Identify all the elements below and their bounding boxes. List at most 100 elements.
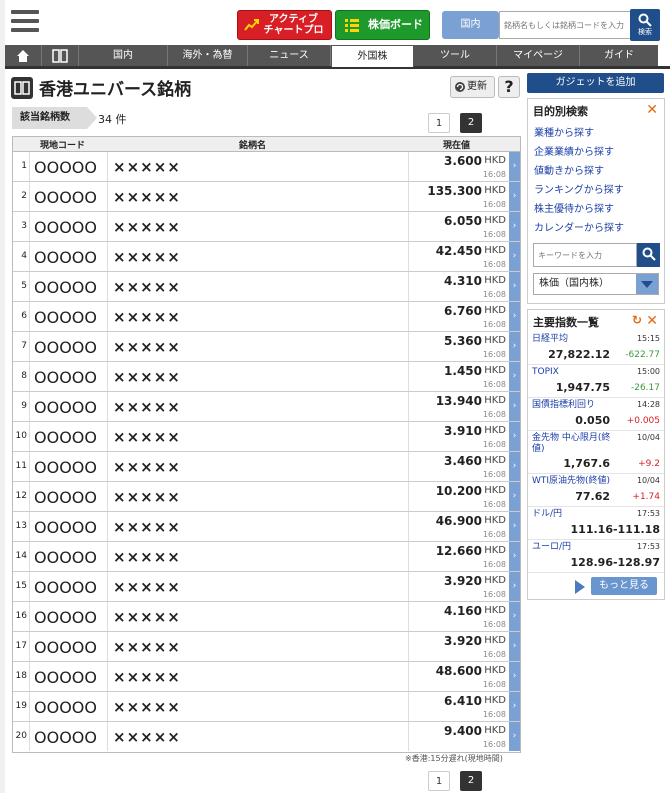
chevron-right-icon[interactable]: › (509, 332, 520, 361)
table-row[interactable]: 19 OOOOO ××××× 6.410 HKD 16:08 › (13, 692, 520, 722)
chevron-right-icon[interactable]: › (509, 632, 520, 661)
link-earnings[interactable]: 企業業績から探す (528, 140, 664, 159)
stock-name[interactable]: ××××× (113, 278, 181, 296)
table-row[interactable]: 17 OOOOO ××××× 3.920 HKD 16:08 › (13, 632, 520, 662)
stock-name[interactable]: ××××× (113, 308, 181, 326)
tab-domestic[interactable]: 国内 (79, 45, 168, 66)
table-row[interactable]: 5 OOOOO ××××× 4.310 HKD 16:08 › (13, 272, 520, 302)
nav-home[interactable] (5, 45, 42, 66)
close-icon[interactable]: ✕ (646, 102, 658, 118)
link-ranking[interactable]: ランキングから探す (528, 178, 664, 197)
stock-name[interactable]: ××××× (113, 608, 181, 626)
chevron-right-icon[interactable]: › (509, 722, 520, 751)
chevron-right-icon[interactable]: › (509, 482, 520, 511)
table-row[interactable]: 6 OOOOO ××××× 6.760 HKD 16:08 › (13, 302, 520, 332)
stock-name[interactable]: ××××× (113, 578, 181, 596)
tab-overseas-fx[interactable]: 海外・為替 (168, 45, 248, 66)
table-row[interactable]: 18 OOOOO ××××× 48.600 HKD 16:08 › (13, 662, 520, 692)
update-button[interactable]: 更新 (450, 76, 495, 98)
stock-name[interactable]: ××××× (113, 488, 181, 506)
index-name[interactable]: WTI原油先物(終値) (532, 476, 620, 487)
stock-name[interactable]: ××××× (113, 458, 181, 476)
hamburger-icon[interactable] (11, 10, 39, 36)
tab-tools[interactable]: ツール (414, 45, 497, 66)
chevron-right-icon[interactable]: › (509, 272, 520, 301)
help-button[interactable]: ? (498, 76, 520, 98)
link-calendar[interactable]: カレンダーから探す (528, 216, 664, 235)
stock-name[interactable]: ××××× (113, 248, 181, 266)
page-2-button[interactable]: 2 (460, 771, 482, 791)
page-2-button[interactable]: 2 (460, 113, 482, 133)
table-row[interactable]: 4 OOOOO ××××× 42.450 HKD 16:08 › (13, 242, 520, 272)
stock-name[interactable]: ××××× (113, 338, 181, 356)
category-select[interactable]: 株価（国内株） (533, 273, 659, 295)
index-name[interactable]: TOPIX (532, 367, 620, 378)
chevron-right-icon[interactable]: › (509, 392, 520, 421)
chevron-right-icon[interactable]: › (509, 662, 520, 691)
stock-name[interactable]: ××××× (113, 428, 181, 446)
chevron-right-icon[interactable]: › (509, 542, 520, 571)
stock-name[interactable]: ××××× (113, 698, 181, 716)
table-row[interactable]: 1 OOOOO ××××× 3.600 HKD 16:08 › (13, 152, 520, 182)
chevron-right-icon[interactable]: › (509, 572, 520, 601)
stock-name[interactable]: ××××× (113, 518, 181, 536)
chevron-right-icon[interactable]: › (509, 602, 520, 631)
chevron-right-icon[interactable]: › (509, 152, 520, 181)
chevron-right-icon[interactable]: › (509, 362, 520, 391)
table-row[interactable]: 9 OOOOO ××××× 13.940 HKD 16:08 › (13, 392, 520, 422)
keyword-search-button[interactable] (637, 243, 660, 267)
chevron-right-icon[interactable]: › (509, 452, 520, 481)
stock-name[interactable]: ××××× (113, 218, 181, 236)
index-name[interactable]: 金先物 中心限月(終値) (532, 433, 620, 455)
search-button[interactable]: 検索 (630, 9, 660, 41)
link-price-move[interactable]: 値動きから探す (528, 159, 664, 178)
page-1-button[interactable]: 1 (428, 113, 450, 133)
add-gadget-button[interactable]: ガジェットを追加 (527, 73, 664, 93)
tab-news[interactable]: ニュース (248, 45, 331, 66)
table-row[interactable]: 11 OOOOO ××××× 3.460 HKD 16:08 › (13, 452, 520, 482)
table-row[interactable]: 3 OOOOO ××××× 6.050 HKD 16:08 › (13, 212, 520, 242)
index-name[interactable]: 国債指標利回り (532, 400, 620, 411)
stock-name[interactable]: ××××× (113, 368, 181, 386)
index-name[interactable]: ドル/円 (532, 509, 620, 520)
close-icon[interactable]: ✕ (646, 313, 658, 329)
stock-name[interactable]: ××××× (113, 638, 181, 656)
tab-foreign-stocks[interactable]: 外国株 (331, 45, 414, 67)
chevron-right-icon[interactable]: › (509, 302, 520, 331)
stock-name[interactable]: ××××× (113, 398, 181, 416)
search-input[interactable] (499, 11, 630, 39)
table-row[interactable]: 15 OOOOO ××××× 3.920 HKD 16:08 › (13, 572, 520, 602)
chevron-right-icon[interactable]: › (509, 512, 520, 541)
tab-mypage[interactable]: マイページ (497, 45, 580, 66)
table-row[interactable]: 13 OOOOO ××××× 46.900 HKD 16:08 › (13, 512, 520, 542)
tab-guide[interactable]: ガイド (580, 45, 658, 66)
keyword-input[interactable] (533, 243, 637, 267)
table-row[interactable]: 7 OOOOO ××××× 5.360 HKD 16:08 › (13, 332, 520, 362)
index-name[interactable]: 日経平均 (532, 334, 620, 345)
page-1-button[interactable]: 1 (428, 771, 450, 791)
table-row[interactable]: 20 OOOOO ××××× 9.400 HKD 16:08 › (13, 722, 520, 752)
stock-name[interactable]: ××××× (113, 548, 181, 566)
chevron-right-icon[interactable]: › (509, 422, 520, 451)
table-row[interactable]: 16 OOOOO ××××× 4.160 HKD 16:08 › (13, 602, 520, 632)
chevron-right-icon[interactable]: › (509, 692, 520, 721)
chevron-right-icon[interactable]: › (509, 242, 520, 271)
market-select-button[interactable]: 国内 (442, 11, 499, 39)
active-chart-pro-button[interactable]: アクティブ チャートプロ (237, 10, 332, 40)
stock-board-button[interactable]: 株価ボード (335, 10, 430, 40)
table-row[interactable]: 14 OOOOO ××××× 12.660 HKD 16:08 › (13, 542, 520, 572)
more-button[interactable]: もっと見る (591, 577, 657, 595)
nav-book[interactable] (42, 45, 79, 66)
stock-name[interactable]: ××××× (113, 158, 181, 176)
table-row[interactable]: 2 OOOOO ××××× 135.300 HKD 16:08 › (13, 182, 520, 212)
table-row[interactable]: 8 OOOOO ××××× 1.450 HKD 16:08 › (13, 362, 520, 392)
stock-name[interactable]: ××××× (113, 728, 181, 746)
link-industry[interactable]: 業種から探す (528, 121, 664, 140)
index-name[interactable]: ユーロ/円 (532, 542, 620, 553)
link-benefits[interactable]: 株主優待から探す (528, 197, 664, 216)
refresh-icon[interactable]: ↻ (632, 313, 642, 327)
table-row[interactable]: 10 OOOOO ××××× 3.910 HKD 16:08 › (13, 422, 520, 452)
stock-name[interactable]: ××××× (113, 668, 181, 686)
stock-name[interactable]: ××××× (113, 188, 181, 206)
chevron-right-icon[interactable]: › (509, 212, 520, 241)
